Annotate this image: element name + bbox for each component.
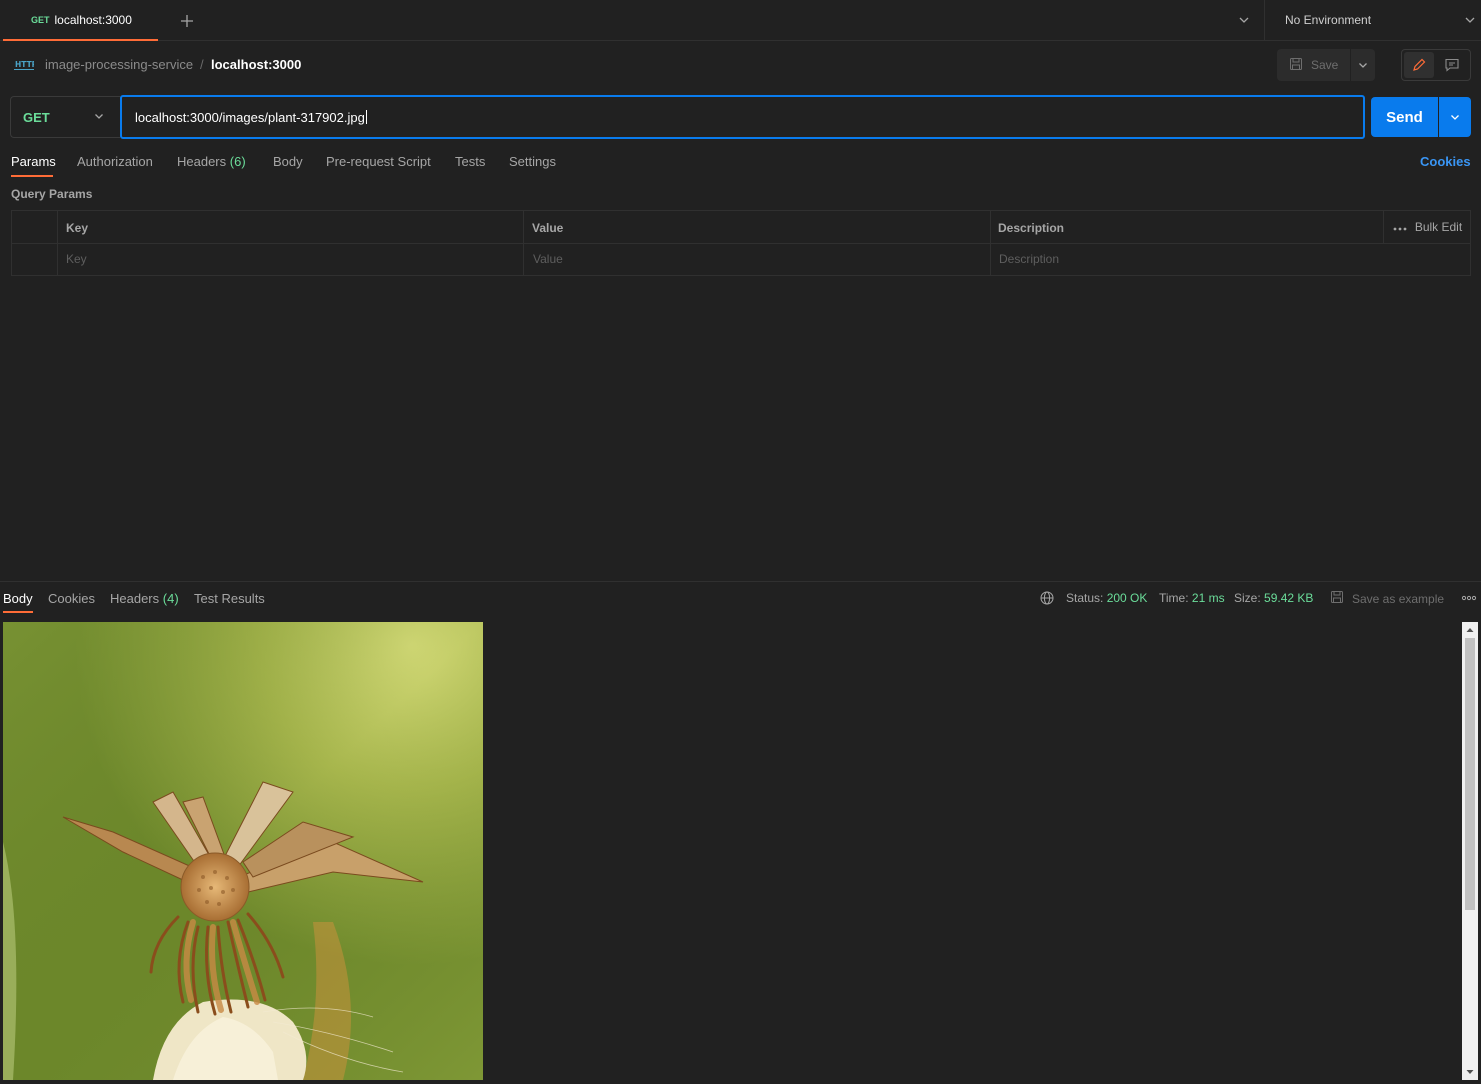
response-tab-body[interactable]: Body (3, 591, 33, 606)
pencil-icon[interactable] (1404, 52, 1434, 78)
tabs-chevron-down-icon[interactable] (1234, 10, 1254, 30)
cookies-link[interactable]: Cookies (1420, 154, 1471, 169)
active-tab-indicator (11, 175, 53, 177)
save-as-example-label: Save as example (1352, 591, 1445, 606)
response-tab-headers-label: Headers (110, 591, 160, 606)
method-value: GET (23, 109, 50, 125)
response-status: Status: 200 OK (1066, 591, 1147, 605)
column-divider (523, 211, 524, 275)
save-label: Save (1311, 58, 1339, 72)
breadcrumb-request[interactable]: localhost:3000 (211, 57, 301, 72)
size-label: Size: (1234, 591, 1261, 605)
response-tab-test-results[interactable]: Test Results (194, 591, 265, 606)
response-time: Time: 21 ms (1159, 591, 1225, 605)
more-options-icon[interactable] (1461, 591, 1477, 605)
save-icon (1330, 590, 1344, 607)
comment-icon[interactable] (1438, 52, 1466, 78)
response-tab-headers[interactable]: Headers (4) (110, 591, 179, 606)
description-input[interactable]: Description (999, 252, 1059, 266)
url-input[interactable]: localhost:3000/images/plant-317902.jpg (120, 95, 1365, 139)
column-header-value: Value (532, 221, 564, 235)
divider (1264, 0, 1265, 41)
active-tab-indicator (3, 611, 33, 613)
environment-chevron-down-icon[interactable] (1462, 12, 1478, 28)
response-tab-cookies[interactable]: Cookies (48, 591, 95, 606)
save-button[interactable]: Save (1277, 49, 1350, 81)
svg-text:HTTP: HTTP (15, 60, 34, 69)
save-as-example-button[interactable]: Save as example (1330, 590, 1444, 607)
tab-settings[interactable]: Settings (509, 154, 556, 169)
http-icon: HTTP (14, 57, 38, 71)
response-image-preview (3, 622, 483, 1080)
response-size: Size: 59.42 KB (1234, 591, 1313, 605)
send-button[interactable]: Send (1371, 97, 1438, 137)
column-divider (57, 211, 58, 275)
scroll-down-arrow-icon[interactable] (1463, 1066, 1477, 1078)
tab-method-badge: GET (31, 14, 50, 25)
tab-body[interactable]: Body (273, 154, 303, 169)
tab-authorization[interactable]: Authorization (77, 154, 153, 169)
value-input[interactable]: Value (533, 252, 563, 266)
scrollbar-thumb[interactable] (1465, 638, 1475, 910)
tab-headers[interactable]: Headers (6) (177, 154, 246, 169)
tab-tests[interactable]: Tests (455, 154, 485, 169)
send-options-chevron-down-icon[interactable] (1439, 97, 1471, 137)
breadcrumb-separator: / (200, 57, 204, 72)
bulk-edit-label: Bulk Edit (1414, 220, 1463, 234)
save-options-chevron-down-icon[interactable] (1351, 49, 1375, 81)
environment-selector[interactable]: No Environment (1285, 13, 1371, 27)
breadcrumb-collection[interactable]: image-processing-service (45, 57, 193, 72)
time-label: Time: (1159, 591, 1189, 605)
status-label: Status: (1066, 591, 1104, 605)
query-params-label: Query Params (11, 187, 93, 201)
size-value[interactable]: 59.42 KB (1264, 591, 1313, 605)
key-input[interactable]: Key (66, 252, 87, 266)
bulk-edit-button[interactable]: Bulk Edit (1383, 211, 1471, 243)
request-tab[interactable]: GET localhost:3000 (3, 0, 158, 41)
status-value[interactable]: 200 OK (1107, 591, 1148, 605)
scroll-up-arrow-icon[interactable] (1463, 624, 1477, 636)
response-pane-divider[interactable] (0, 581, 1481, 582)
query-params-table: Key Value Description Bulk Edit Key Valu… (11, 210, 1471, 276)
column-divider (990, 211, 991, 275)
save-icon (1289, 57, 1303, 74)
column-header-key: Key (66, 221, 89, 235)
url-value: localhost:3000/images/plant-317902.jpg (135, 109, 365, 125)
time-value[interactable]: 21 ms (1192, 591, 1225, 605)
tab-pre-request-script[interactable]: Pre-request Script (326, 154, 431, 169)
table-header-row (12, 211, 1470, 244)
tab-headers-label: Headers (177, 154, 227, 169)
column-header-description: Description (998, 221, 1065, 235)
tab-title: localhost:3000 (54, 12, 132, 27)
more-horizontal-icon[interactable] (1393, 220, 1407, 234)
tab-params[interactable]: Params (11, 154, 56, 169)
tab-headers-count: (6) (229, 154, 246, 169)
globe-icon[interactable] (1039, 590, 1055, 606)
tab-bar: GET localhost:3000 No Environment (0, 0, 1481, 41)
text-caret (365, 110, 367, 124)
response-tab-headers-count: (4) (162, 591, 179, 606)
new-tab-plus-icon[interactable] (176, 10, 198, 32)
method-chevron-down-icon[interactable] (93, 110, 105, 122)
